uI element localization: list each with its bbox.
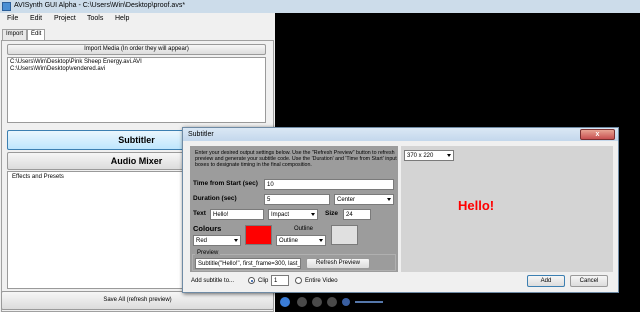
colour-value: Red [196, 238, 208, 244]
colour-swatch[interactable] [245, 225, 272, 245]
clip-number-field[interactable]: 1 [271, 275, 289, 286]
outline-swatch[interactable] [331, 225, 358, 245]
outline-label: Outline [294, 226, 314, 232]
preview-subtitle-text: Hello! [458, 198, 495, 213]
size-label: Size [325, 210, 339, 217]
add-button[interactable]: Add [527, 275, 565, 287]
close-button[interactable]: x [580, 129, 615, 140]
import-media-button[interactable]: Import Media (In order they will appear) [7, 44, 266, 55]
list-item[interactable]: C:\Users\Win\Desktop\Pink Sheep Energy.a… [10, 59, 263, 66]
dialog-body: Enter your desired output settings below… [187, 143, 614, 289]
dialog-titlebar: Subtitler x [183, 128, 618, 141]
alignment-select[interactable]: Center [334, 194, 394, 205]
window-titlebar: AVISynth GUI Alpha - C:\Users\Win\Deskto… [0, 0, 640, 13]
tab-import[interactable]: Import [2, 29, 28, 40]
chevron-down-icon [447, 154, 451, 157]
colours-label: Colours [193, 224, 222, 233]
subtitle-code-field[interactable]: Subtitle("Hello!", first_frame=300, last… [195, 258, 301, 269]
subtitle-text-field[interactable]: Hello! [210, 209, 264, 220]
menu-edit[interactable]: Edit [30, 15, 42, 22]
next-icon[interactable] [327, 297, 337, 307]
chevron-down-icon [234, 239, 238, 242]
colour-select[interactable]: Red [193, 235, 241, 246]
subtitle-settings-panel: Enter your desired output settings below… [190, 146, 398, 272]
subtitle-preview-panel: 370 x 220 Hello! [401, 146, 613, 272]
app-icon [2, 2, 11, 11]
menu-bar: File Edit Project Tools Help [0, 13, 275, 25]
time-from-start-label: Time from Start (sec) [193, 180, 258, 187]
resolution-select[interactable]: 370 x 220 [404, 150, 454, 161]
entire-video-label: Entire Video [305, 278, 338, 284]
outline-value: Outline [279, 238, 299, 244]
chevron-down-icon [319, 239, 323, 242]
menu-tools[interactable]: Tools [87, 15, 103, 22]
effects-presets-label: Effects and Presets [12, 174, 64, 180]
font-value: Impact [271, 212, 290, 218]
add-subtitle-to-label: Add subtitle to... [191, 278, 235, 284]
cancel-button[interactable]: Cancel [570, 275, 608, 287]
menu-file[interactable]: File [7, 15, 18, 22]
previous-icon[interactable] [312, 297, 322, 307]
duration-label: Duration (sec) [193, 195, 237, 202]
size-field[interactable]: 24 [343, 209, 371, 220]
alignment-value: Center [337, 197, 356, 203]
volume-icon[interactable] [342, 298, 350, 306]
volume-slider[interactable] [355, 301, 383, 303]
save-all-button[interactable]: Save All (refresh preview) [1, 291, 274, 310]
menu-project[interactable]: Project [54, 15, 76, 22]
outline-select[interactable]: Outline [276, 235, 326, 246]
play-icon[interactable] [280, 297, 290, 307]
media-list[interactable]: C:\Users\Win\Desktop\Pink Sheep Energy.a… [7, 57, 266, 123]
duration-field[interactable]: 5 [264, 194, 330, 205]
clip-label: Clip [258, 278, 269, 284]
text-label: Text [193, 210, 206, 217]
list-item[interactable]: C:\Users\Win\Desktop\vendered.avi [10, 66, 263, 73]
subtitler-dialog: Subtitler x Enter your desired output se… [182, 127, 619, 293]
clip-radio[interactable] [248, 277, 255, 284]
chevron-down-icon [387, 198, 391, 201]
refresh-preview-button[interactable]: Refresh Preview [306, 258, 370, 269]
font-select[interactable]: Impact [268, 209, 318, 220]
menu-help[interactable]: Help [115, 15, 129, 22]
resolution-value: 370 x 220 [407, 153, 434, 159]
chevron-down-icon [311, 213, 315, 216]
preview-group-label: Preview [195, 250, 221, 256]
stop-icon[interactable] [297, 297, 307, 307]
dialog-title: Subtitler [188, 131, 214, 138]
window-title: AVISynth GUI Alpha - C:\Users\Win\Deskto… [14, 2, 186, 9]
entire-video-radio[interactable] [295, 277, 302, 284]
tab-edit[interactable]: Edit [27, 29, 46, 40]
instructions-text: Enter your desired output settings below… [195, 150, 397, 169]
time-from-start-field[interactable]: 10 [264, 179, 394, 190]
